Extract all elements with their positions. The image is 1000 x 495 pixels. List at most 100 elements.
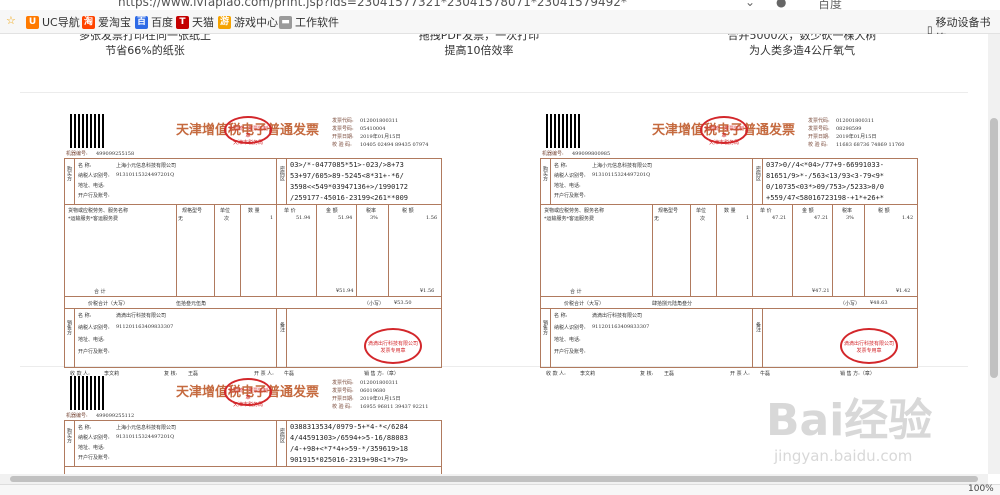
header-label: 发票代码: [332,380,354,386]
scrollbar-thumb[interactable] [990,118,998,378]
promo-3: 合并5000次，数少砍一棵大树 为人类多造4公斤氧气 [722,34,882,58]
stamp-text: 全国统一发票监制章 [703,126,744,139]
status-bar: 100% [0,484,1000,495]
seller-tax-id: 911201163409833307 [116,324,174,330]
header-label: 校 验 码: [808,142,828,148]
promo-line: 为人类多造4公斤氧气 [749,44,855,57]
buyer-name: 上海小元信息科技有限公司 [116,163,177,169]
search-engine-icon[interactable]: ● [776,0,786,9]
sales-label: 销 售 方:（章） [840,371,875,377]
item-qty: 1 [746,215,750,221]
cipher-text: 0388313534/0979-5+*4-*</6284 4/44591303>… [290,423,409,464]
buyer-name: 上海小元信息科技有限公司 [592,163,653,169]
stamp-text: 天津市税务局 [708,140,739,146]
seller-stamp: 滴滴出行科技有限公司 发票专用章 [840,328,898,364]
seller-field-label: 开户行及账号: [554,349,586,355]
qr-code [546,114,580,148]
item-price: 51.94 [296,215,311,221]
issuer: 牛磊 [760,371,771,377]
baidu-icon: 百 [135,15,148,29]
header-value: 05410004 [360,126,386,132]
total-caps-label: 价税合计（大写） [564,301,605,307]
item-rate: 3% [370,215,378,221]
supervision-stamp: 全国统一发票监制章 天津市税务局 [224,378,272,408]
address-bar[interactable]: https://www.ivfapiao.com/print.jsp?ids=2… [0,0,1000,10]
seller-field-label: 名 称: [78,313,92,319]
buyer-field-label: 地址、电话: [78,445,105,451]
sum-tax: ¥1.56 [420,288,435,294]
reviewer: 王磊 [664,371,675,377]
remark-label: 备注 [279,322,285,332]
game-icon: 游 [218,15,231,29]
bookmark-label: 天猫 [192,16,214,29]
column-header: 金 额 [326,208,338,214]
supervision-stamp: 全国统一发票监制章 天津市税务局 [224,116,272,146]
header-label: 发票号码: [332,388,354,394]
promo-1: 多张发票打印在同一张纸上 节省66%的纸张 [70,34,220,58]
buyer-label: 购买方 [66,166,72,181]
bookmark-games[interactable]: 游游戏中心 [218,14,278,30]
column-header: 货物或应税劳务、服务名称 [544,208,605,214]
bookmark-work[interactable]: ▬ 工作软件 [279,14,339,30]
total-caps-value: 伍拾叁元伍角 [176,301,207,307]
chevron-down-icon[interactable]: ⌄ [745,0,755,9]
baidu-jingyan-watermark: Bai经验 jingyan.baidu.com [766,395,932,465]
header-label: 发票号码: [808,126,830,132]
header-label: 校 验 码: [332,404,352,410]
machine-label: 机器编号: [66,151,88,157]
folder-icon: ▬ [279,15,292,29]
bookmark-tmall[interactable]: T 天猫 [176,14,214,30]
buyer-field-label: 地址、电话: [78,183,105,189]
column-header: 数 量 [724,208,736,214]
watermark-url: jingyan.baidu.com [773,447,912,465]
url-text[interactable]: https://www.ivfapiao.com/print.jsp?ids=2… [118,0,627,9]
machine-label: 机器编号: [66,413,88,419]
bookmark-label: 百度 [151,16,173,29]
item-tax: 1.42 [902,215,914,221]
buyer-field-label: 名 称: [554,163,568,169]
taobao-icon: 淘 [82,15,95,29]
sum-amount: ¥47.21 [812,288,830,294]
watermark-brand: Bai经验 [766,395,932,446]
bookmark-label: UC导航 [42,16,80,29]
vertical-scrollbar[interactable] [988,34,1000,474]
buyer-field-label: 开户行及账号: [78,193,110,199]
header-value: 2019年01月15日 [360,396,401,402]
machine-no: 499099800985 [572,151,611,157]
zoom-level[interactable]: 100% [968,484,994,494]
seller-field-label: 开户行及账号: [78,349,110,355]
promo-line: 多张发票打印在同一张纸上 [79,34,211,42]
column-header: 数 量 [248,208,260,214]
item-name: *运输服务*客运服务费 [544,216,595,222]
invoice: 机器编号: 499099255112 天津增值税电子普通发票 全国统一发票监制章 天津市… [64,372,444,474]
seller-label: 销售方 [66,320,72,335]
seller-field-label: 纳税人识别号: [554,325,586,331]
column-header: 税 额 [878,208,890,214]
buyer-field-label: 开户行及账号: [554,193,586,199]
payee: 李文莉 [580,371,596,377]
search-engine-label[interactable]: 百度 [818,0,842,10]
item-spec: 无 [654,216,660,222]
invoice: 机器编号: 499099800985 天津增值税电子普通发票 全国统一发票监制章 天津市… [540,110,920,377]
buyer-field-label: 开户行及账号: [78,455,110,461]
stamp-text: 天津市税务局 [232,402,263,408]
star-icon[interactable]: ☆ [6,14,16,27]
column-header: 单 价 [284,208,296,214]
reviewer-label: 复 核: [640,371,654,377]
buyer-field-label: 纳税人识别号: [78,173,110,179]
horizontal-scrollbar[interactable] [0,474,988,484]
buyer-field-label: 名 称: [78,163,92,169]
column-header: 规格型号 [182,208,203,214]
pwd-label: 密码区 [755,166,761,181]
bookmark-baidu[interactable]: 百百度 [135,14,173,30]
header-label: 发票代码: [808,118,830,124]
bookmark-taobao[interactable]: 淘爱淘宝 [82,14,131,30]
bookmark-uc[interactable]: U UC导航 [26,14,80,30]
header-value: 11683 68736 74869 11760 [836,142,905,148]
column-header: 规格型号 [658,208,679,214]
item-price: 47.21 [772,215,787,221]
scrollbar-thumb[interactable] [10,476,978,482]
header-label: 校 验 码: [332,142,352,148]
total-caps-value: 肆拾捌元陆角叁分 [652,301,693,307]
bookmarks-bar: ☆ UUC导航 淘爱淘宝 百百度 T天猫 游游戏中心 ▬工作软件 ▯移动设备书签 [0,10,1000,45]
